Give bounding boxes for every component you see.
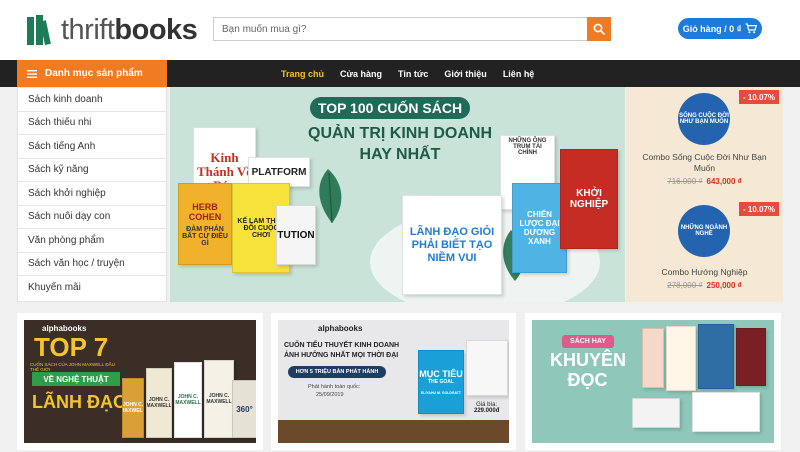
- banner-card-the-goal[interactable]: alphabooks CUỐN TIỂU THUYẾT KINH DOANH Ả…: [271, 313, 516, 450]
- banner-line-1: CUỐN TIỂU THUYẾT KINH DOANH: [284, 342, 400, 349]
- banner-title-2: LÃNH ĐẠO: [32, 392, 127, 412]
- product-price: 716.000 ₫ 643,000 ₫: [626, 177, 783, 186]
- book-cover: MỤC TIÊU THE GOAL ELIYAHU M. GOLDRATT: [418, 350, 464, 414]
- banner-card-leadership[interactable]: alphabooks TOP 7 CUỐN SÁCH CỦA JOHN MAXW…: [17, 313, 263, 450]
- brand-label: alphabooks: [318, 324, 363, 333]
- banner-ribbon: VỀ NGHỆ THUẬT: [32, 372, 120, 386]
- promo-item[interactable]: - 10.07% NHỮNG NGÀNH NGHỀ Combo Hướng Ng…: [626, 197, 783, 302]
- categories-menu-button[interactable]: Danh mục sản phẩm: [17, 60, 167, 87]
- sidebar-item-english[interactable]: Sách tiếng Anh: [18, 135, 166, 159]
- search-button[interactable]: [587, 17, 611, 41]
- search-input[interactable]: [213, 17, 587, 41]
- logo-text: thriftbooks: [61, 13, 198, 46]
- nav-links: Trang chủ Cửa hàng Tin tức Giới thiệu Li…: [273, 60, 542, 87]
- book-cover: [642, 328, 664, 388]
- plant-leaf-icon: [319, 169, 342, 224]
- sidebar-item-promotions[interactable]: Khuyến mãi: [18, 276, 166, 300]
- categories-menu-label: Danh mục sản phẩm: [45, 68, 143, 79]
- product-name[interactable]: Combo Sống Cuộc Đời Như Bạn Muốn: [632, 152, 777, 174]
- price-tag: Giá bìa: 229.000đ: [474, 402, 500, 414]
- header: thriftbooks Giỏ hàng / 0 ₫: [0, 0, 800, 60]
- banner-title: TOP 7: [34, 332, 109, 362]
- book-open: [466, 340, 508, 396]
- logo[interactable]: thriftbooks: [27, 13, 198, 47]
- banner-recommended: SÁCH HAY KHUYÊN ĐỌC: [532, 320, 774, 443]
- new-price: 643,000 ₫: [706, 177, 742, 186]
- main-navbar: Danh mục sản phẩm Trang chủ Cửa hàng Tin…: [0, 60, 800, 87]
- book-open: [632, 398, 680, 428]
- banner-pill: HƠN 5 TRIỆU BẢN PHÁT HÀNH: [288, 366, 386, 378]
- nav-link-about[interactable]: Giới thiệu: [444, 69, 486, 79]
- book-cover: LÃNH ĐẠO GIỎI PHẢI BIẾT TẠO NIỀM VUI: [402, 195, 502, 295]
- sidebar-item-business[interactable]: Sách kinh doanh: [18, 88, 166, 112]
- sidebar-item-literature[interactable]: Sách văn học / truyện: [18, 253, 166, 276]
- new-price: 250,000 ₫: [706, 281, 742, 290]
- old-price: 278,000 ₫: [667, 281, 703, 290]
- banner-card-recommended[interactable]: SÁCH HAY KHUYÊN ĐỌC: [525, 313, 781, 450]
- book-cover: KHỞI NGHIỆP: [560, 149, 618, 249]
- book-cover: [736, 328, 766, 386]
- product-name[interactable]: Combo Hướng Nghiệp: [632, 267, 777, 278]
- book-cover: [666, 326, 696, 391]
- book-cover: JOHN C. MAXWELL: [122, 378, 144, 438]
- book-cover: JOHN C. MAXWELL: [204, 360, 234, 438]
- books-logo-icon: [27, 15, 57, 45]
- book-stack: [692, 392, 760, 432]
- release-date: 25/09/2019: [316, 392, 344, 398]
- product-thumbnail: NHỮNG NGÀNH NGHỀ: [678, 205, 730, 257]
- book-cover: TUTION: [276, 205, 316, 265]
- cart-button[interactable]: Giỏ hàng / 0 ₫: [678, 18, 762, 39]
- hero-title: TOP 100 CUỐN SÁCH: [310, 97, 470, 119]
- wood-shelf: [278, 420, 509, 443]
- old-price: 716.000 ₫: [667, 177, 703, 186]
- hamburger-icon: [27, 69, 37, 78]
- release-label: Phát hành toàn quốc:: [308, 384, 361, 390]
- search-bar: [213, 17, 611, 41]
- category-sidebar: Sách kinh doanh Sách thiếu nhi Sách tiến…: [17, 87, 167, 302]
- hero-banner[interactable]: TOP 100 CUỐN SÁCH QUẢN TRỊ KINH DOANH HA…: [170, 87, 625, 302]
- banner-tag: SÁCH HAY: [562, 335, 614, 348]
- discount-badge: - 10.07%: [739, 90, 779, 104]
- nav-link-home[interactable]: Trang chủ: [281, 69, 324, 79]
- cart-icon: [745, 23, 758, 34]
- promo-item[interactable]: - 10.07% SỐNG CUỘC ĐỜI NHƯ BẠN MUỐN Comb…: [626, 87, 783, 192]
- banner-line-2: ẢNH HƯỞNG NHẤT MỌI THỜI ĐẠI: [284, 352, 399, 359]
- search-icon: [593, 23, 605, 35]
- banner-leadership: alphabooks TOP 7 CUỐN SÁCH CỦA JOHN MAXW…: [24, 320, 256, 443]
- cart-label: Giỏ hàng / 0 ₫: [682, 23, 742, 34]
- sidebar-item-parenting[interactable]: Sách nuôi dạy con: [18, 206, 166, 229]
- product-price: 278,000 ₫ 250,000 ₫: [626, 281, 783, 290]
- nav-link-contact[interactable]: Liên hệ: [503, 69, 535, 79]
- discount-badge: - 10.07%: [739, 202, 779, 216]
- book-cover: JOHN C. MAXWELL: [174, 362, 202, 438]
- book-cover: 360°: [232, 380, 256, 438]
- product-thumbnail: SỐNG CUỘC ĐỜI NHƯ BẠN MUỐN: [678, 93, 730, 145]
- banner-small-text: CUỐN SÁCH CỦA JOHN MAXWELL ĐẦU THẾ GIỚI: [30, 362, 115, 372]
- banner-the-goal: alphabooks CUỐN TIỂU THUYẾT KINH DOANH Ả…: [278, 320, 509, 443]
- banner-title: KHUYÊN ĐỌC: [550, 350, 627, 390]
- sidebar-item-stationery[interactable]: Văn phòng phẩm: [18, 229, 166, 253]
- book-cover: CHIẾN LƯỢC ĐẠI DƯƠNG XANH: [512, 183, 567, 273]
- sidebar-item-startup[interactable]: Sách khởi nghiệp: [18, 182, 166, 206]
- sidebar-item-skills[interactable]: Sách kỹ năng: [18, 159, 166, 182]
- book-cover: HERB COHEN ĐÀM PHÁN BẤT CỨ ĐIỀU GÌ: [178, 183, 232, 265]
- nav-link-shop[interactable]: Cửa hàng: [340, 69, 382, 79]
- book-cover: [698, 324, 734, 389]
- book-cover: JOHN C. MAXWELL: [146, 368, 172, 438]
- sidebar-item-children[interactable]: Sách thiếu nhi: [18, 112, 166, 135]
- nav-link-news[interactable]: Tin tức: [398, 69, 428, 79]
- promo-panel: - 10.07% SỐNG CUỘC ĐỜI NHƯ BẠN MUỐN Comb…: [626, 87, 783, 302]
